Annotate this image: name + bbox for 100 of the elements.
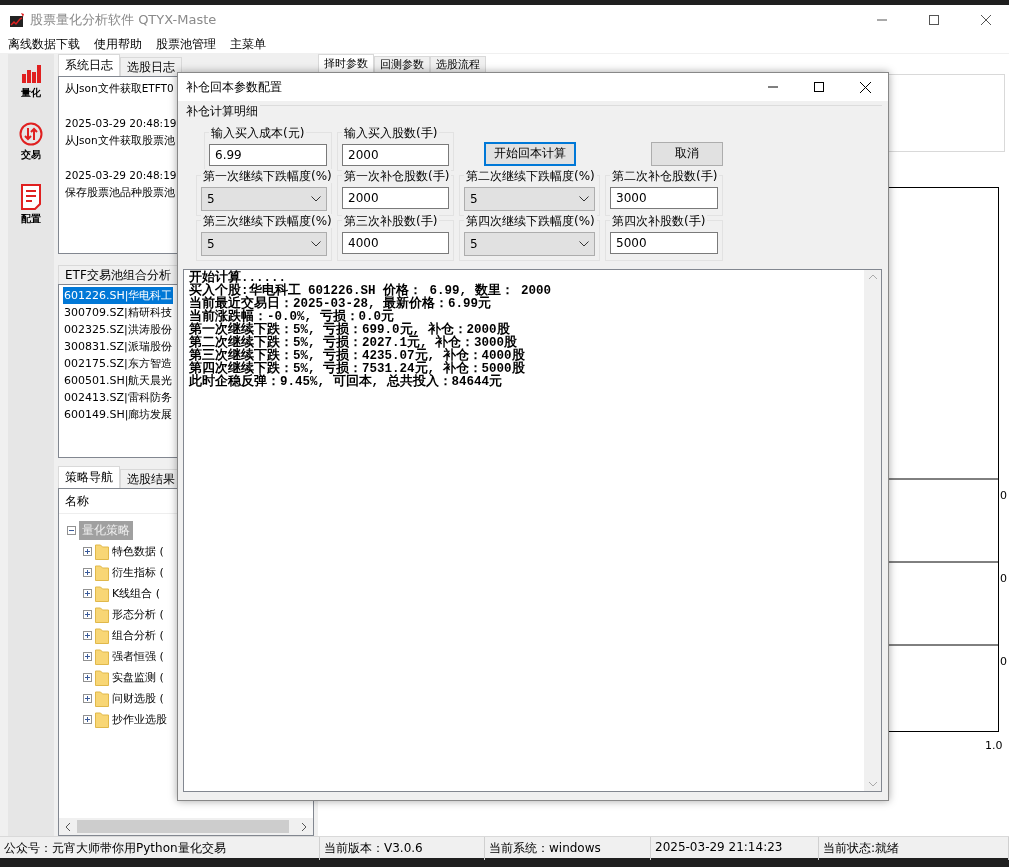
expand-icon[interactable] [83,673,92,682]
sidebar-item[interactable]: 交易 [19,122,43,162]
chevron-down-icon [311,196,321,202]
input-field[interactable]: 5000 [610,232,718,254]
horizontal-scrollbar[interactable] [59,818,313,835]
tab[interactable]: 回测参数 [374,56,430,72]
axis-label: 1.0 [985,739,1003,752]
list-item[interactable]: 002325.SZ|洪涛股份 [63,321,173,338]
folder-icon [95,690,109,707]
folder-icon [95,585,109,602]
maximize-icon [929,15,939,25]
log-line: 保存股票池品种股票池 [65,185,175,200]
list-item[interactable]: 600501.SH|航天晨光 [63,372,174,389]
expand-icon[interactable] [83,610,92,619]
tree-item[interactable]: 衍生指标 ( [112,565,164,580]
input-field[interactable]: 3000 [610,187,718,209]
list-item[interactable]: 002413.SZ|雷科防务 [63,389,173,406]
tab[interactable]: 策略导航 [58,466,120,488]
tab[interactable]: ETF交易池组合分析 [58,265,178,284]
folder-icon [95,711,109,728]
group-title: 补仓计算明细 [184,103,260,120]
menu-item[interactable]: 主菜单 [226,35,270,53]
swap-arrows-icon [19,122,43,146]
bar-chart-icon [20,62,42,84]
dialog-title: 补仓回本参数配置 [186,78,283,96]
close-icon [859,81,871,93]
dropdown[interactable]: 5 [464,187,595,211]
tab[interactable]: 系统日志 [58,54,120,76]
menu-item[interactable]: 离线数据下载 [4,35,84,53]
tree-item[interactable]: 强者恒强 ( [112,649,164,664]
document-icon [21,184,41,210]
expand-icon[interactable] [83,715,92,724]
output-line: 此时企稳反弹：9.45%, 可回本, 总共投入：84644元 [189,376,504,389]
status-text: 公众号：元宵大师带你用Python量化交易 [0,837,320,860]
list-item[interactable]: 601226.SH|华电科工 [63,287,174,304]
dropdown[interactable]: 5 [201,187,327,211]
field-label: 第四次补股数(手) [610,214,708,228]
list-item[interactable]: 300831.SZ|派瑞股份 [63,338,173,355]
tab[interactable]: 择时参数 [318,54,374,72]
expand-icon[interactable] [83,694,92,703]
list-item[interactable]: 600149.SH|廊坊发展 [63,406,174,423]
field-label: 第二次继续下跌幅度(%) [464,169,597,183]
log-line: 2025-03-29 20:48:19 [65,116,177,131]
input-field[interactable]: 4000 [342,232,449,254]
folder-icon [95,648,109,665]
log-line: 2025-03-29 20:48:19 [65,168,177,183]
field-label: 第三次补股数(手) [342,214,440,228]
tree-item[interactable]: 抄作业选股 [112,712,167,727]
chevron-right-icon[interactable] [299,821,309,832]
calculate-button[interactable]: 开始回本计算 [483,141,576,166]
cancel-button[interactable]: 取消 [651,141,723,166]
tree-item[interactable]: 组合分析 ( [112,628,164,643]
tab[interactable]: 选股日志 [120,57,182,76]
input-field[interactable]: 2000 [342,144,449,166]
status-text: 当前状态:就绪 [819,837,1009,860]
close-icon [981,15,991,25]
axis-label: 0 [1000,655,1007,668]
maximize-icon [814,82,824,92]
tree-item[interactable]: 特色数据 ( [112,544,164,559]
menu-item[interactable]: 股票池管理 [152,35,220,53]
tab[interactable]: 选股流程 [430,56,486,72]
status-text: 当前版本：V3.0.6 [320,837,485,860]
field-label: 输入买入股数(手) [342,126,440,140]
collapse-icon[interactable] [67,526,76,535]
input-field[interactable]: 6.99 [209,144,327,166]
expand-icon[interactable] [83,631,92,640]
menu-item[interactable]: 使用帮助 [90,35,146,53]
window-title: 股票量化分析软件 QTYX-Maste [30,11,218,29]
field-label: 第一次补仓股数(手) [342,169,452,183]
axis-label: 0 [1000,572,1007,585]
sidebar-item[interactable]: 量化 [20,62,42,100]
app-logo-icon [10,13,24,27]
expand-icon[interactable] [83,652,92,661]
status-text: 当前系统：windows [485,837,651,860]
list-item[interactable]: 002175.SZ|东方智造 [63,355,173,372]
dropdown[interactable]: 5 [464,232,595,256]
expand-icon[interactable] [83,589,92,598]
sidebar-item[interactable]: 配置 [21,184,41,226]
chevron-left-icon[interactable] [63,821,73,832]
field-label: 第二次补仓股数(手) [610,169,720,183]
tree-item[interactable]: 实盘监测 ( [112,670,164,685]
folder-icon [95,627,109,644]
field-label: 输入买入成本(元) [209,126,307,140]
folder-icon [95,543,109,560]
input-field[interactable]: 2000 [342,187,449,209]
tree-item[interactable]: K线组合 ( [112,586,160,601]
field-label: 第一次继续下跌幅度(%) [201,169,334,183]
log-line: 从Json文件获取股票池 [65,133,175,148]
tree-item[interactable]: 问财选股 ( [112,691,164,706]
axis-label: 0 [1000,489,1007,502]
tree-item[interactable]: 形态分析 ( [112,607,164,622]
log-line: 从Json文件获取ETFT0 [65,81,174,96]
chevron-down-icon [579,241,589,247]
expand-icon[interactable] [83,547,92,556]
chevron-down-icon [579,196,589,202]
list-item[interactable]: 300709.SZ|精研科技 [63,304,173,321]
chevron-down-icon [311,241,321,247]
status-text: 2025-03-29 21:14:23 [651,837,819,860]
dropdown[interactable]: 5 [201,232,327,256]
expand-icon[interactable] [83,568,92,577]
